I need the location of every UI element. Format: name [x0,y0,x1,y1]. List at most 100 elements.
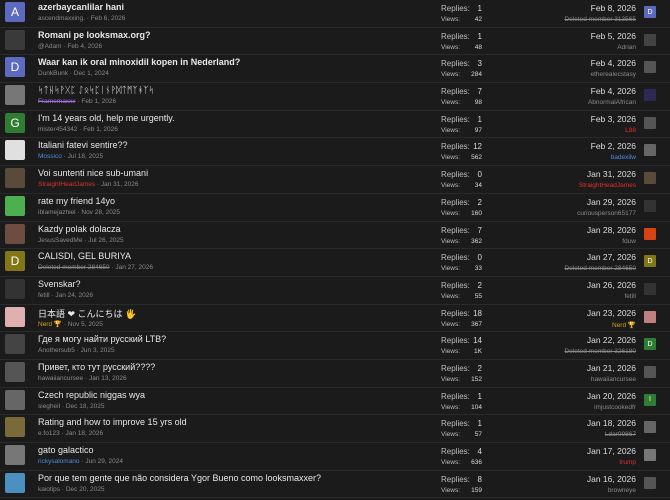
thread-title[interactable]: Romani pe looksmax.org? [38,30,151,40]
last-post-date[interactable]: Jan 27, 2026 [587,252,636,262]
thread-row[interactable]: 日本語 ❤ こんにちは 🖐 Nerd 🏆 · Nov 5, 2025 Repli… [0,305,670,333]
thread-row[interactable]: G I'm 14 years old, help me urgently. mi… [0,111,670,139]
thread-start-date[interactable]: Jan 13, 2026 [89,375,127,382]
thread-row[interactable]: Привет, кто тут русский???? hawaiiancurs… [0,360,670,388]
thread-start-date[interactable]: Feb 4, 2026 [67,43,102,50]
thread-author[interactable]: ascendmaxxing. [38,15,85,22]
thread-title[interactable]: Rating and how to improve 15 yrs old [38,417,187,427]
thread-author[interactable]: @Adam [38,43,62,50]
thread-row[interactable]: D Waar kan ik oral minoxidil kopen in Ne… [0,55,670,84]
thread-start-date[interactable]: Dec 20, 2025 [66,486,105,493]
last-poster-avatar[interactable] [644,310,656,323]
avatar[interactable] [5,195,25,216]
last-poster[interactable]: L88 [625,127,636,134]
last-post-date[interactable]: Feb 2, 2026 [591,141,636,151]
thread-row[interactable]: rate my friend 14yo iblamejazhiel · Nov … [0,194,670,222]
last-post-date[interactable]: Jan 17, 2026 [587,446,636,456]
last-poster-avatar[interactable] [644,33,656,46]
last-poster-avatar[interactable]: D [644,6,656,18]
thread-start-date[interactable]: Jun 3, 2025 [81,347,115,354]
thread-row[interactable]: A azerbaycanlilar hani ascendmaxxing. · … [0,0,670,28]
last-post-date[interactable]: Jan 16, 2026 [587,474,636,484]
thread-start-date[interactable]: Jul 26, 2025 [88,237,123,244]
thread-row[interactable]: Italiani fatevi sentire?? Mossico · Jul … [0,138,670,167]
last-poster-avatar[interactable] [644,61,656,74]
thread-row[interactable]: Rating and how to improve 15 yrs old e.f… [0,415,670,443]
last-poster[interactable]: Deleted member 284650 [564,265,636,272]
thread-author[interactable]: fetill [38,292,50,299]
thread-row[interactable]: Где я могу найти русский LTB? Anothersub… [0,332,670,360]
last-poster-avatar[interactable] [644,227,656,240]
thread-start-date[interactable]: Jan 24, 2026 [55,292,93,299]
thread-author[interactable]: Nerd 🏆 [38,321,62,328]
thread-author[interactable]: hawaiiancursee [38,375,83,382]
thread-row[interactable]: Por que tem gente que não considera Ygor… [0,471,670,499]
avatar[interactable]: D [5,57,25,78]
thread-author[interactable]: siegheil [38,403,60,410]
thread-title[interactable]: Por que tem gente que não considera Ygor… [38,473,321,483]
last-post-date[interactable]: Feb 4, 2026 [591,86,636,96]
last-poster[interactable]: fetill [624,293,636,300]
last-poster-avatar[interactable]: I [644,393,656,406]
last-post-date[interactable]: Feb 5, 2026 [591,31,636,41]
last-poster[interactable]: StraightHeadJames [579,182,636,189]
last-poster[interactable]: imjustcookedfr [594,404,636,411]
last-poster-avatar[interactable] [644,476,656,489]
thread-start-date[interactable]: Dec 1, 2024 [74,70,109,77]
last-post-date[interactable]: Jan 22, 2026 [587,335,636,345]
last-poster[interactable]: AbnormalAfrican [588,99,636,106]
last-poster-avatar[interactable]: D [644,338,656,351]
thread-author[interactable]: Framemaxxx [38,98,76,105]
avatar[interactable] [5,472,25,493]
thread-start-date[interactable]: Jan 27, 2026 [115,264,153,271]
thread-title[interactable]: rate my friend 14yo [38,196,115,206]
last-poster[interactable]: Deleted member 313565 [564,16,636,23]
avatar[interactable] [5,417,25,438]
thread-author[interactable]: StraightHeadJames [38,181,95,188]
thread-row[interactable]: D CALISDI, GEL BURIYA Deleted member 284… [0,249,670,277]
thread-row[interactable]: ᛋᛏᚺᛋᚹᚷᛈ ᛇᛟᛋᛈᛁᚾᚹᛞᛏᛗᛉᚼᛉᛋ Framemaxxx · Feb … [0,83,670,111]
thread-start-date[interactable]: Nov 28, 2025 [81,209,120,216]
thread-title[interactable]: azerbaycanlilar hani [38,2,124,12]
thread-row[interactable]: Svenskar? fetill · Jan 24, 2026 Replies:… [0,277,670,305]
thread-start-date[interactable]: Jan 31, 2026 [101,181,139,188]
avatar[interactable] [5,278,25,299]
thread-row[interactable]: Voi suntenti nice sub-umani StraightHead… [0,166,670,194]
thread-start-date[interactable]: Feb 1, 2026 [81,98,116,105]
thread-start-date[interactable]: Feb 6, 2026 [91,15,126,22]
thread-author[interactable]: e.fo123 [38,430,60,437]
avatar[interactable] [5,140,25,161]
last-post-date[interactable]: Jan 20, 2026 [587,391,636,401]
thread-start-date[interactable]: Jul 18, 2025 [68,153,103,160]
last-post-date[interactable]: Jan 29, 2026 [587,197,636,207]
last-post-date[interactable]: Jan 18, 2026 [587,418,636,428]
thread-row[interactable]: Romani pe looksmax.org? @Adam · Feb 4, 2… [0,28,670,56]
avatar[interactable] [5,29,25,50]
avatar[interactable] [5,223,25,244]
thread-start-date[interactable]: Dec 18, 2025 [66,403,105,410]
thread-author[interactable]: Anothersub5 [38,347,75,354]
avatar[interactable] [5,85,25,106]
last-post-date[interactable]: Feb 3, 2026 [591,114,636,124]
thread-start-date[interactable]: Jun 29, 2024 [85,458,123,465]
last-post-date[interactable]: Feb 4, 2026 [591,58,636,68]
last-poster-avatar[interactable] [644,365,656,378]
last-poster[interactable]: Ldar09867 [605,431,636,438]
thread-title[interactable]: Voi suntenti nice sub-umani [38,168,148,178]
last-poster[interactable]: etherealecstasy [590,71,636,78]
last-poster[interactable]: browneye [608,487,636,494]
thread-title[interactable]: 日本語 ❤ こんにちは 🖐 [38,307,136,320]
last-poster[interactable]: fduw [622,238,636,245]
last-poster-avatar[interactable] [644,199,656,212]
avatar[interactable] [5,306,25,327]
thread-author[interactable]: Deleted member 284650 [38,264,110,271]
thread-start-date[interactable]: Feb 1, 2026 [83,126,118,133]
last-poster[interactable]: Nerd 🏆 [612,321,636,329]
last-poster-avatar[interactable] [644,421,656,434]
last-poster-avatar[interactable] [644,282,656,295]
last-poster[interactable]: badexilw [611,154,636,161]
thread-title[interactable]: CALISDI, GEL BURIYA [38,251,131,261]
avatar[interactable] [5,361,25,382]
last-poster-avatar[interactable] [644,172,656,185]
last-post-date[interactable]: Jan 31, 2026 [587,169,636,179]
